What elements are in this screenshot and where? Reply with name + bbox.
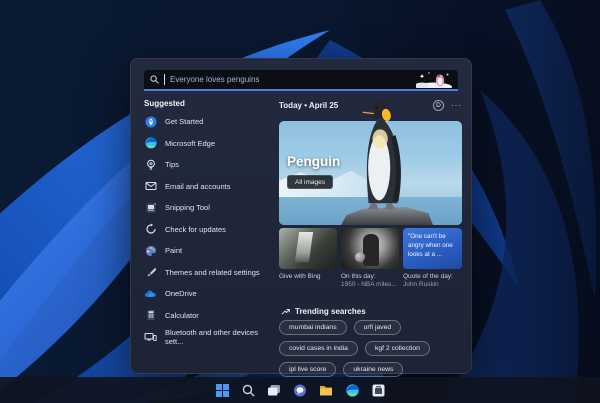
tips-lightbulb-icon xyxy=(144,158,157,171)
suggested-item-onedrive[interactable]: OneDrive xyxy=(144,283,276,305)
snipping-tool-icon xyxy=(144,201,157,214)
card-caption: On this day: 1950 - NBA miles... xyxy=(341,273,399,290)
card-caption-title: Quote of the day: xyxy=(403,273,453,280)
on-this-day-card[interactable]: On this day: 1950 - NBA miles... xyxy=(341,228,399,290)
more-options-button[interactable]: ··· xyxy=(451,101,462,109)
card-caption-title: On this day: xyxy=(341,273,376,280)
card-caption-sub: 1950 - NBA miles... xyxy=(341,281,397,289)
hero-title: Penguin xyxy=(287,154,341,169)
daily-content-section: Today • April 25 D ··· Penguin All image… xyxy=(279,99,462,377)
store-app-icon[interactable] xyxy=(370,382,386,398)
suggested-item-label: Themes and related settings xyxy=(165,267,260,277)
trending-chip[interactable]: kgf 2 collection xyxy=(364,341,430,356)
paint-palette-icon xyxy=(144,244,157,257)
email-icon xyxy=(144,180,157,193)
task-view-icon[interactable] xyxy=(266,382,282,398)
trending-searches-header: Trending searches xyxy=(281,307,366,316)
suggested-item-label: Bluetooth and other devices sett... xyxy=(165,327,258,346)
search-icon xyxy=(150,75,159,84)
suggested-item-label: Tips xyxy=(165,160,179,170)
trending-chip[interactable]: mumbai indians xyxy=(279,320,347,335)
give-with-bing-image xyxy=(279,228,337,269)
suggested-item-label: Check for updates xyxy=(165,224,226,234)
taskbar-search-icon[interactable] xyxy=(240,382,256,398)
trending-header-label: Trending searches xyxy=(295,307,366,316)
suggested-item-bluetooth-devices[interactable]: Bluetooth and other devices sett... xyxy=(144,326,276,348)
suggested-item-paint[interactable]: Paint xyxy=(144,240,276,262)
suggested-item-label: Get Started xyxy=(165,117,204,127)
suggested-item-email-accounts[interactable]: Email and accounts xyxy=(144,176,276,198)
taskbar xyxy=(0,377,600,403)
updates-refresh-icon xyxy=(144,223,157,236)
edge-taskbar-icon[interactable] xyxy=(344,382,360,398)
trending-chip[interactable]: covid cases in india xyxy=(279,341,358,356)
penguin-snow-illustration xyxy=(416,72,452,88)
onedrive-cloud-icon xyxy=(144,287,157,300)
suggested-item-label: Microsoft Edge xyxy=(165,138,216,148)
text-caret xyxy=(164,74,165,85)
search-flyout-panel: Suggested Get Started Microsoft Edge Tip… xyxy=(130,58,472,377)
suggested-item-themes-settings[interactable]: Themes and related settings xyxy=(144,262,276,284)
on-this-day-image xyxy=(341,228,399,269)
all-images-button[interactable]: All images xyxy=(287,175,333,189)
trending-chip[interactable]: ukraine news xyxy=(343,362,404,377)
calculator-icon xyxy=(144,309,157,322)
quote-text: "One can't be angry when one looks at a … xyxy=(408,233,453,259)
get-started-icon xyxy=(144,115,157,128)
suggested-item-calculator[interactable]: Calculator xyxy=(144,305,276,327)
windows-logo-icon[interactable] xyxy=(214,382,230,398)
chat-icon[interactable] xyxy=(292,382,308,398)
suggested-item-microsoft-edge[interactable]: Microsoft Edge xyxy=(144,133,276,155)
bluetooth-devices-icon xyxy=(144,330,157,343)
search-input[interactable] xyxy=(170,75,411,84)
trending-up-icon xyxy=(281,309,290,315)
suggested-item-label: Snipping Tool xyxy=(165,203,210,213)
themes-brush-icon xyxy=(144,266,157,279)
suggested-item-snipping-tool[interactable]: Snipping Tool xyxy=(144,197,276,219)
card-caption-sub: John Ruskin xyxy=(403,281,439,289)
date-label: Today • April 25 xyxy=(279,101,339,110)
suggested-item-label: Email and accounts xyxy=(165,181,231,191)
suggested-item-label: Paint xyxy=(165,246,183,256)
search-bar[interactable] xyxy=(144,70,458,91)
suggested-item-tips[interactable]: Tips xyxy=(144,154,276,176)
trending-chip[interactable]: ipl live score xyxy=(279,362,337,377)
penguin-graphic xyxy=(361,100,401,210)
quote-of-the-day-card[interactable]: "One can't be angry when one looks at a … xyxy=(403,228,462,290)
card-caption: Quote of the day: John Ruskin xyxy=(403,273,462,290)
file-explorer-icon[interactable] xyxy=(318,382,334,398)
suggested-item-get-started[interactable]: Get Started xyxy=(144,111,276,133)
give-with-bing-card[interactable]: Give with Bing xyxy=(279,228,337,281)
suggested-item-check-updates[interactable]: Check for updates xyxy=(144,219,276,241)
edge-icon xyxy=(144,137,157,150)
suggested-item-label: Calculator xyxy=(165,310,199,320)
suggested-header: Suggested xyxy=(144,99,185,108)
quote-card-background: "One can't be angry when one looks at a … xyxy=(403,228,462,269)
suggested-section: Suggested Get Started Microsoft Edge Tip… xyxy=(144,99,276,348)
profile-avatar[interactable]: D xyxy=(433,100,444,111)
card-caption: Give with Bing xyxy=(279,273,321,280)
trending-chips: mumbai indians urfi javed covid cases in… xyxy=(279,320,462,377)
suggested-item-label: OneDrive xyxy=(165,289,197,299)
trending-chip[interactable]: urfi javed xyxy=(353,320,402,335)
